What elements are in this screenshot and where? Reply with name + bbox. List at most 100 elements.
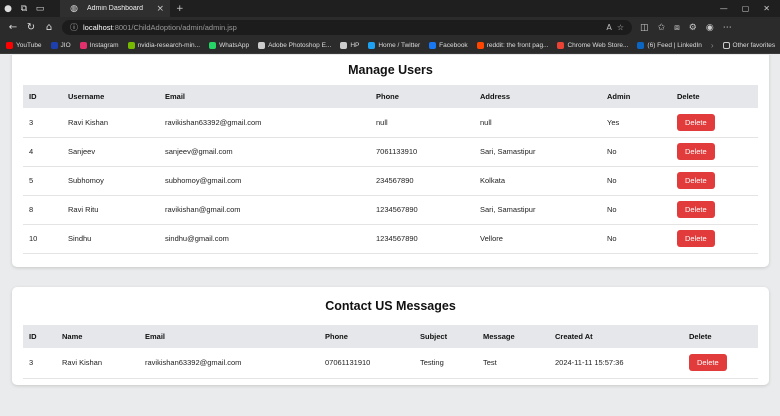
other-favorites[interactable]: Other favorites [722, 42, 775, 49]
back-icon[interactable]: ← [4, 22, 22, 33]
delete-user-button[interactable]: Delete [677, 201, 715, 218]
new-tab-icon[interactable]: + [176, 4, 184, 14]
user-address-cell: Sari, Samastipur [474, 195, 601, 225]
message-message-cell: Test [477, 348, 549, 379]
bookmark-item[interactable]: JIO [50, 42, 71, 49]
profile-icon[interactable]: ● [0, 4, 16, 14]
user-row: 10 Sindhu sindhu@gmail.com 1234567890 Vellor… [23, 224, 758, 254]
user-phone-cell: 1234567890 [370, 195, 474, 225]
bookmark-label: Adobe Photoshop E... [268, 42, 332, 49]
user-phone-cell: 1234567890 [370, 224, 474, 254]
contact-messages-card: Contact US Messages ID Name Email Phone Subj… [12, 287, 769, 385]
messages-column-header: Created At [549, 325, 683, 348]
user-admin-cell: No [601, 137, 671, 167]
maximize-icon[interactable]: ▢ [742, 4, 750, 13]
messages-column-header: Subject [414, 325, 477, 348]
bookmark-item[interactable]: nvidia-research-min... [127, 42, 201, 49]
bookmark-label: (6) Feed | LinkedIn [647, 42, 702, 49]
collections-icon[interactable]: ⧈ [674, 23, 680, 33]
bookmark-item[interactable]: WhatsApp [209, 42, 249, 49]
bookmark-item[interactable]: (6) Feed | LinkedIn [637, 42, 702, 49]
bookmark-label: Instagram [89, 42, 119, 49]
minimize-icon[interactable]: — [720, 4, 728, 13]
bookmark-item[interactable]: HP [340, 42, 359, 49]
copilot-icon[interactable]: ◉ [706, 23, 714, 33]
user-username-cell: Subhomoy [62, 166, 159, 196]
bookmark-favicon-icon [127, 42, 135, 49]
bookmark-favicon-icon [340, 42, 348, 49]
users-column-header: Phone [370, 85, 474, 108]
bookmarks-overflow-icon[interactable]: › [711, 41, 714, 50]
messages-column-header: Phone [319, 325, 414, 348]
extensions-icon[interactable]: ⚙ [689, 23, 697, 33]
user-admin-cell: No [601, 166, 671, 196]
manage-users-card: Manage Users ID Username Email Phone Address… [12, 55, 769, 267]
url-text[interactable]: localhost:8001/ChildAdoption/admin/admin… [83, 23, 601, 32]
user-row: 3 Ravi Kishan ravikishan63392@gmail.com nul… [23, 108, 758, 138]
user-id-cell: 8 [23, 195, 62, 225]
close-window-icon[interactable]: ✕ [763, 4, 770, 13]
users-column-header: Admin [601, 85, 671, 108]
delete-user-button[interactable]: Delete [677, 230, 715, 247]
bookmark-favicon-icon [557, 42, 565, 49]
user-id-cell: 3 [23, 108, 62, 138]
bookmark-item[interactable]: Home / Twitter [368, 42, 420, 49]
bookmark-item[interactable]: reddit: the front pag... [476, 42, 548, 49]
user-delete-cell: Delete [671, 108, 758, 138]
bookmark-favicon-icon [476, 42, 484, 49]
menu-icon[interactable]: ⋯ [723, 23, 732, 33]
message-row: 3 Ravi Kishan ravikishan63392@gmail.com 070… [23, 348, 758, 379]
close-tab-icon[interactable]: × [156, 4, 164, 14]
bookmark-favicon-icon [258, 42, 266, 49]
message-subject-cell: Testing [414, 348, 477, 379]
bookmark-item[interactable]: Adobe Photoshop E... [258, 42, 331, 49]
bookmark-label: Chrome Web Store... [567, 42, 629, 49]
url-bar[interactable]: ⓘ localhost:8001/ChildAdoption/admin/adm… [62, 20, 632, 35]
favorites-icon[interactable]: ✩ [658, 23, 666, 33]
user-row: 4 Sanjeev sanjeev@gmail.com 7061133910 Sari,… [23, 137, 758, 167]
message-id-cell: 3 [23, 348, 56, 379]
folder-icon [722, 42, 730, 49]
tab-actions-icon[interactable]: ▭ [32, 4, 48, 14]
user-phone-cell: 234567890 [370, 166, 474, 196]
tab-admin-dashboard[interactable]: ◍ Admin Dashboard × [60, 0, 170, 17]
bookmark-label: WhatsApp [219, 42, 250, 49]
bookmark-item[interactable]: Chrome Web Store... [557, 42, 628, 49]
refresh-icon[interactable]: ↻ [22, 22, 40, 33]
message-phone-cell: 07061131910 [319, 348, 414, 379]
user-id-cell: 4 [23, 137, 62, 167]
messages-column-header: ID [23, 325, 56, 348]
user-email-cell: ravikishan@gmail.com [159, 195, 370, 225]
bookmark-item[interactable]: Instagram [79, 42, 119, 49]
info-icon[interactable]: ⓘ [70, 22, 78, 33]
tab-title: Admin Dashboard [87, 5, 144, 12]
manage-users-title: Manage Users [348, 63, 433, 77]
user-row: 5 Subhomoy subhomoy@gmail.com 234567890 Kolk… [23, 166, 758, 196]
workspaces-icon[interactable]: ⧉ [16, 4, 32, 14]
user-delete-cell: Delete [671, 166, 758, 196]
messages-column-header: Email [139, 325, 319, 348]
user-admin-cell: No [601, 195, 671, 225]
bookmark-label: YouTube [16, 42, 42, 49]
delete-message-button[interactable]: Delete [689, 354, 727, 372]
user-admin-cell: No [601, 224, 671, 254]
delete-user-button[interactable]: Delete [677, 143, 715, 160]
favorite-star-icon[interactable]: ☆ [617, 23, 624, 32]
globe-icon: ◍ [70, 3, 78, 14]
bookmark-favicon-icon [429, 42, 437, 49]
delete-user-button[interactable]: Delete [677, 113, 715, 131]
user-username-cell: Ravi Ritu [62, 195, 159, 225]
users-column-header: Address [474, 85, 601, 108]
bookmark-favicon-icon [79, 42, 87, 49]
delete-user-button[interactable]: Delete [677, 172, 715, 189]
user-admin-cell: Yes [601, 108, 671, 138]
bookmark-item[interactable]: Facebook [429, 42, 468, 49]
bookmark-item[interactable]: YouTube [6, 42, 42, 49]
home-icon[interactable]: ⌂ [40, 22, 58, 33]
user-email-cell: ravikishan63392@gmail.com [159, 108, 370, 138]
bookmark-favicon-icon [6, 42, 13, 49]
bookmark-label: nvidia-research-min... [137, 42, 201, 49]
messages-column-header: Delete [683, 325, 758, 348]
read-aloud-icon[interactable]: A [606, 23, 611, 32]
split-screen-icon[interactable]: ◫ [640, 23, 649, 33]
